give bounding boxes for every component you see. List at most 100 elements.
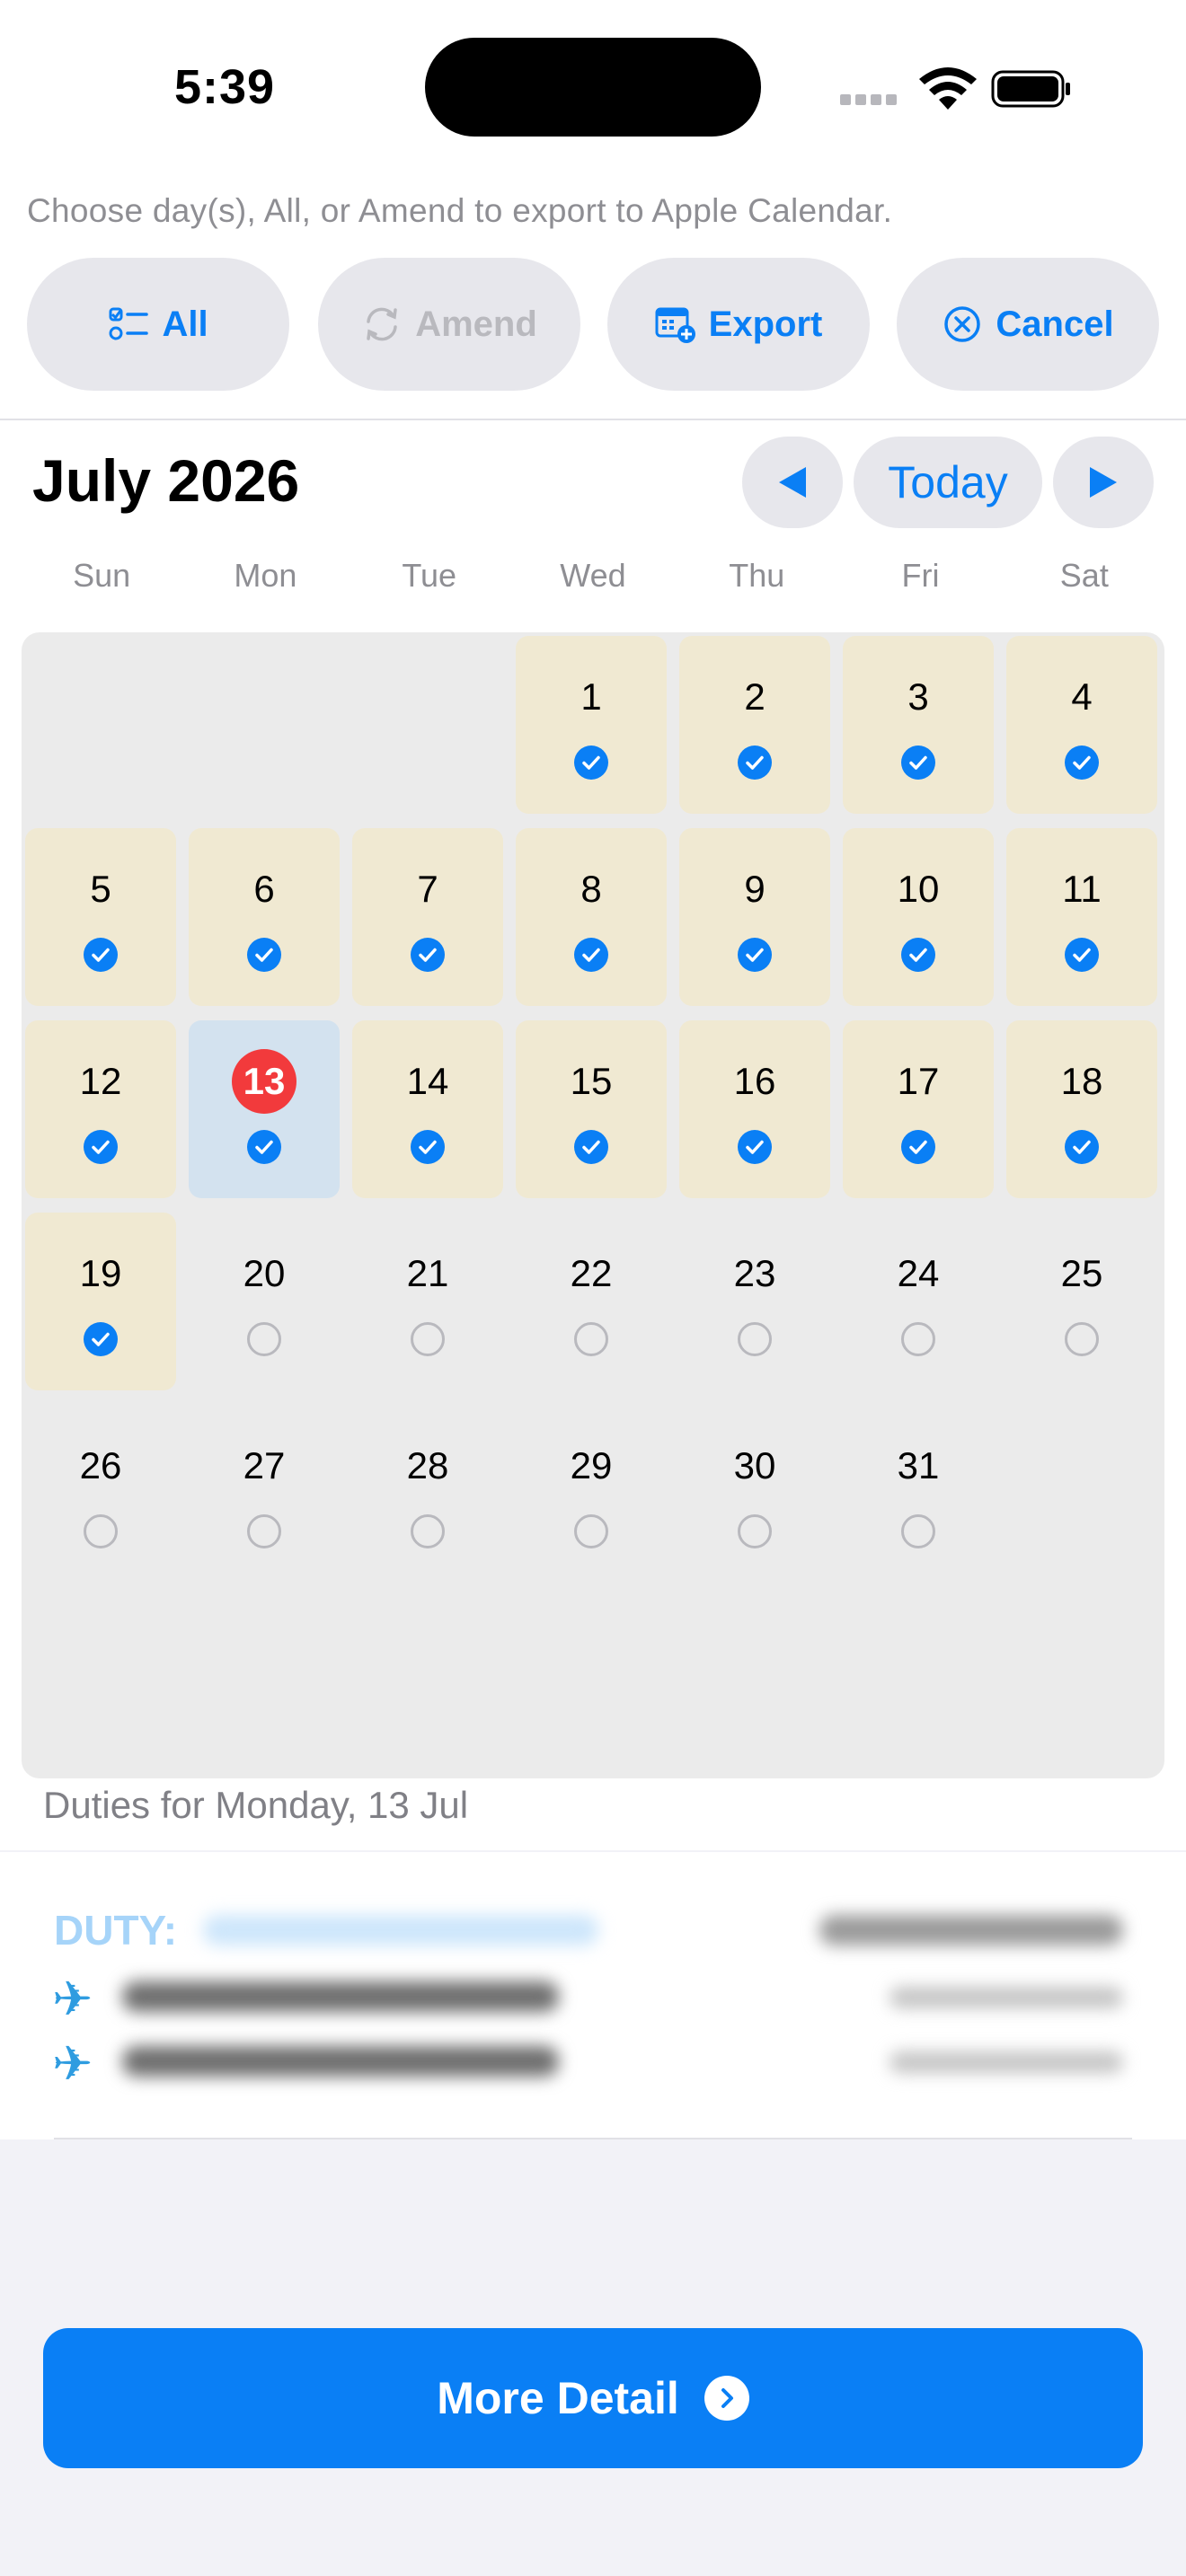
day-number: 11 — [1062, 868, 1102, 910]
duties-heading: Duties for Monday, 13 Jul — [43, 1784, 469, 1826]
checkmark-circle-icon — [1065, 1130, 1099, 1164]
calendar-day-19[interactable]: 19 — [25, 1213, 176, 1390]
today-button[interactable]: Today — [854, 437, 1042, 528]
empty-circle-icon — [84, 1514, 118, 1548]
day-number: 24 — [897, 1252, 940, 1294]
calendar-day-31[interactable]: 31 — [843, 1405, 994, 1583]
calendar-day-23[interactable]: 23 — [679, 1213, 830, 1390]
day-number: 26 — [79, 1444, 122, 1486]
calendar-day-1[interactable]: 1 — [516, 636, 667, 814]
today-day-number: 13 — [189, 1049, 340, 1114]
calendar-day-25[interactable]: 25 — [1006, 1213, 1157, 1390]
calendar-day-26[interactable]: 26 — [25, 1405, 176, 1583]
empty-circle-icon — [738, 1322, 772, 1356]
more-detail-label: More Detail — [437, 2373, 679, 2423]
cellular-signal-icon — [840, 93, 901, 110]
calendar-day-3[interactable]: 3 — [843, 636, 994, 814]
calendar-day-5[interactable]: 5 — [25, 828, 176, 1006]
amend-label: Amend — [415, 304, 537, 344]
day-number: 21 — [406, 1252, 449, 1294]
calendar-day-30[interactable]: 30 — [679, 1405, 830, 1583]
checkmark-circle-icon — [738, 745, 772, 780]
amend-button[interactable]: Amend — [318, 258, 580, 391]
day-number: 30 — [733, 1444, 776, 1486]
empty-circle-icon — [247, 1322, 281, 1356]
calendar-day-13[interactable]: 13 — [189, 1020, 340, 1198]
weekday-label: Tue — [402, 557, 457, 594]
calendar-day-2[interactable]: 2 — [679, 636, 830, 814]
weekday-header: Sun Mon Tue Wed Thu Fri Sat — [20, 557, 1166, 602]
calendar-grid-panel: 1 2 3 4 5 6 7 8 9 10 11 12 13 14 15 16 17 18 19 20 21 22 23 24 2… — [22, 632, 1164, 1778]
calendar-day-6[interactable]: 6 — [189, 828, 340, 1006]
calendar-day-29[interactable]: 29 — [516, 1405, 667, 1583]
more-detail-button[interactable]: More Detail — [43, 2328, 1143, 2468]
triangle-right-icon — [1090, 467, 1117, 498]
checkmark-circle-icon — [247, 1130, 281, 1164]
day-number: 1 — [580, 675, 602, 718]
calendar-day-24[interactable]: 24 — [843, 1213, 994, 1390]
day-number: 19 — [79, 1252, 122, 1294]
status-time: 5:39 — [173, 60, 276, 114]
day-number: 18 — [1060, 1060, 1103, 1102]
redacted-flight-route — [122, 2046, 559, 2077]
calendar-day-17[interactable]: 17 — [843, 1020, 994, 1198]
day-number: 8 — [580, 868, 602, 910]
checkmark-circle-icon — [84, 938, 118, 972]
weekday-label: Sat — [1059, 557, 1109, 594]
day-number: 10 — [897, 868, 940, 910]
calendar-day-15[interactable]: 15 — [516, 1020, 667, 1198]
calendar-day-7[interactable]: 7 — [352, 828, 503, 1006]
instruction-text: Choose day(s), All, or Amend to export t… — [27, 192, 893, 229]
calendar-day-10[interactable]: 10 — [843, 828, 994, 1006]
close-circle-icon — [944, 306, 981, 342]
weekday-label: Mon — [234, 557, 297, 594]
day-number: 3 — [907, 675, 929, 718]
airplane-icon: ✈ — [52, 2037, 93, 2091]
checkmark-circle-icon — [574, 938, 608, 972]
empty-circle-icon — [738, 1514, 772, 1548]
day-number: 6 — [253, 868, 275, 910]
calendar-day-11[interactable]: 11 — [1006, 828, 1157, 1006]
next-month-button[interactable] — [1053, 437, 1154, 528]
empty-circle-icon — [411, 1322, 445, 1356]
calendar-day-21[interactable]: 21 — [352, 1213, 503, 1390]
day-number: 25 — [1060, 1252, 1103, 1294]
day-number: 5 — [90, 868, 111, 910]
day-number: 27 — [243, 1444, 286, 1486]
select-all-button[interactable]: All — [27, 258, 289, 391]
day-number: 16 — [733, 1060, 776, 1102]
calendar-day-28[interactable]: 28 — [352, 1405, 503, 1583]
calendar-add-icon — [655, 307, 695, 343]
day-number: 9 — [744, 868, 766, 910]
day-number: 22 — [570, 1252, 613, 1294]
empty-circle-icon — [574, 1514, 608, 1548]
chevron-right-circle-icon — [704, 2376, 749, 2421]
empty-day-cell — [352, 636, 503, 814]
export-button[interactable]: Export — [607, 258, 870, 391]
toolbar-divider — [0, 419, 1186, 420]
checklist-icon — [109, 307, 149, 340]
day-number: 20 — [243, 1252, 286, 1294]
day-number: 23 — [733, 1252, 776, 1294]
previous-month-button[interactable] — [742, 437, 843, 528]
month-title: July 2026 — [32, 447, 300, 514]
duty-label: DUTY: — [54, 1907, 178, 1954]
cancel-button[interactable]: Cancel — [897, 258, 1159, 391]
calendar-day-16[interactable]: 16 — [679, 1020, 830, 1198]
calendar-day-4[interactable]: 4 — [1006, 636, 1157, 814]
calendar-day-27[interactable]: 27 — [189, 1405, 340, 1583]
checkmark-circle-icon — [84, 1130, 118, 1164]
redacted-flight-route — [122, 1981, 559, 2012]
calendar-day-9[interactable]: 9 — [679, 828, 830, 1006]
calendar-day-12[interactable]: 12 — [25, 1020, 176, 1198]
calendar-day-14[interactable]: 14 — [352, 1020, 503, 1198]
weekday-label: Thu — [729, 557, 785, 594]
duty-card[interactable]: DUTY: ✈ ✈ — [0, 1852, 1186, 2139]
calendar-day-18[interactable]: 18 — [1006, 1020, 1157, 1198]
calendar-day-22[interactable]: 22 — [516, 1213, 667, 1390]
empty-day-cell — [25, 636, 176, 814]
calendar-day-20[interactable]: 20 — [189, 1213, 340, 1390]
calendar-day-8[interactable]: 8 — [516, 828, 667, 1006]
weekday-label: Fri — [901, 557, 940, 594]
day-number: 12 — [79, 1060, 122, 1102]
